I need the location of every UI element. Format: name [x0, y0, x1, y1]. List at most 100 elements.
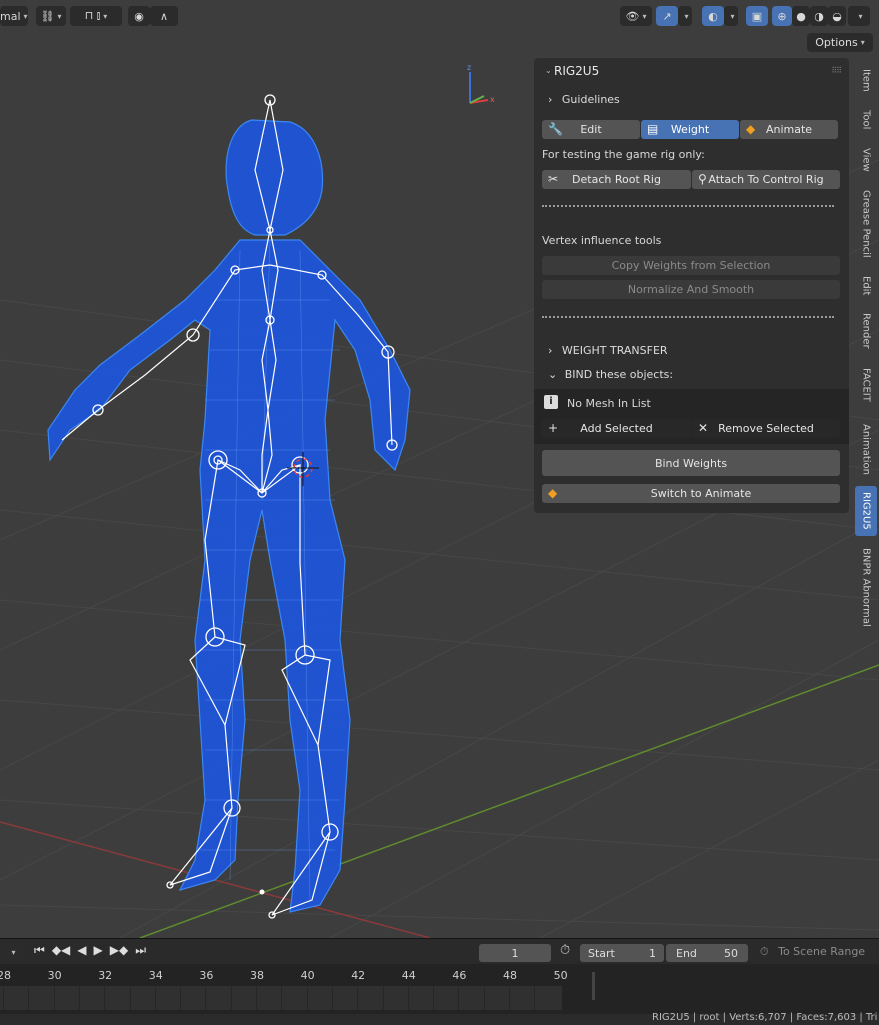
status-text: RIG2U5 | root | Verts:6,707 | Faces:7,60… [652, 1012, 878, 1023]
tab-label: RIG2U5 [860, 492, 872, 530]
play-reverse-icon[interactable]: ◀ [77, 943, 86, 958]
weight-paint-icon: ▤ [647, 122, 659, 136]
3d-viewport[interactable]: z x mal ▾ ⛓ ▾ ⊓ ⫾ ▾ ◉ ∧ 👁 ▾ ↗ ▾ ◐ ▾ ▣ ⊕ ● ◑ … [0, 0, 879, 938]
sidebar-tabs: Item Tool View Grease Pencil Edit Render… [855, 58, 877, 938]
end-value: 50 [724, 946, 738, 960]
tab-edit[interactable]: Edit [855, 268, 877, 304]
tab-render[interactable]: Render [855, 308, 877, 354]
prev-keyframe-icon[interactable]: ◆◀ [52, 943, 70, 958]
options-button[interactable]: Options ▾ [807, 33, 873, 52]
overlay-icon[interactable]: ◐ [702, 6, 724, 26]
tab-grease-pencil[interactable]: Grease Pencil [855, 186, 877, 262]
character-mesh[interactable] [47, 119, 411, 913]
gizmo-dropdown-icon[interactable]: ▾ [678, 6, 692, 26]
tab-bnpr-abnormal[interactable]: BNPR Abnormal [855, 544, 877, 630]
axis-gizmo[interactable]: z x [467, 63, 495, 104]
detach-root-rig-button[interactable]: ✂ Detach Root Rig [542, 170, 691, 189]
copy-weights-button[interactable]: Copy Weights from Selection [542, 256, 840, 275]
remove-selected-button[interactable]: ✕ Remove Selected [692, 419, 840, 438]
end-label: End [676, 946, 697, 960]
grid-line [154, 986, 156, 1010]
tab-animation[interactable]: Animation [855, 418, 877, 480]
overlay-dropdown-icon[interactable]: ▾ [724, 6, 738, 26]
keyframe-icon: ◆ [548, 486, 558, 500]
normalize-smooth-button[interactable]: Normalize And Smooth [542, 280, 840, 299]
add-selected-button[interactable]: + Add Selected [542, 419, 691, 438]
tab-tool[interactable]: Tool [855, 102, 877, 138]
falloff-icon[interactable]: ∧ [150, 6, 178, 26]
weight-transfer-subpanel[interactable]: › WEIGHT TRANSFER [548, 344, 668, 357]
rendered-shading-icon[interactable]: ◒ [828, 6, 846, 26]
animate-mode-button[interactable]: ◆ Animate [740, 120, 838, 139]
separator [542, 316, 834, 318]
options-label: Options [815, 36, 858, 49]
separator [542, 205, 834, 207]
tab-view[interactable]: View [855, 142, 877, 178]
grid-line [534, 986, 536, 1010]
gizmo-icon[interactable]: ↗ [656, 6, 678, 26]
grid-line [78, 986, 80, 1010]
clock-icon: ⏱ [760, 945, 769, 958]
shading-dropdown-icon[interactable]: ▾ [848, 6, 870, 26]
frame-tick-label: 42 [351, 969, 366, 982]
bind-weights-button[interactable]: Bind Weights [542, 450, 840, 476]
tab-rig2u5[interactable]: RIG2U5 [855, 486, 877, 536]
timeline-menu-dropdown[interactable]: ▾ [0, 943, 24, 961]
start-frame-field[interactable]: Start 1 [580, 944, 664, 962]
timeline-scrollbar[interactable] [592, 972, 595, 1000]
chevron-right-icon: › [548, 93, 553, 106]
no-mesh-label: No Mesh In List [567, 397, 651, 410]
frame-tick-label: 44 [401, 969, 416, 982]
panel-collapse-icon[interactable]: ⌄ [545, 66, 552, 75]
mode-label: mal [0, 9, 21, 23]
frame-tick-label: 38 [250, 969, 264, 982]
snap-icon[interactable]: ⊓ ⫾ ▾ [70, 6, 122, 26]
weight-mode-button[interactable]: ▤ Weight [641, 120, 739, 139]
edit-mode-button[interactable]: 🔧 Edit [542, 120, 640, 139]
bind-objects-subpanel[interactable]: ⌄ BIND these objects: [548, 368, 673, 381]
grid-line [28, 986, 30, 1010]
tab-label: View [860, 148, 872, 172]
material-shading-icon[interactable]: ◑ [810, 6, 828, 26]
animate-label: Animate [765, 123, 813, 136]
end-frame-field[interactable]: End 50 [666, 944, 748, 962]
guidelines-subpanel[interactable]: › Guidelines [548, 93, 620, 106]
tab-item[interactable]: Item [855, 62, 877, 98]
grid-line [357, 986, 359, 1010]
tab-label: Tool [860, 110, 872, 130]
frame-ruler[interactable]: 28 30 32 34 36 38 40 42 44 46 48 50 [0, 964, 879, 986]
jump-start-icon[interactable]: ⏮ [34, 943, 45, 958]
mode-dropdown[interactable]: mal ▾ [0, 6, 28, 26]
vertex-tools-label: Vertex influence tools [542, 234, 662, 247]
attach-control-rig-button[interactable]: ⚲ Attach To Control Rig [692, 170, 840, 189]
grid-line [205, 986, 207, 1010]
xray-icon[interactable]: ▣ [746, 6, 768, 26]
link-icon[interactable]: ⛓ ▾ [36, 6, 66, 26]
solid-shading-icon[interactable]: ● [792, 6, 810, 26]
bind-objects-label: BIND these objects: [564, 368, 674, 381]
frame-tick-label: 36 [199, 969, 214, 982]
visibility-icon[interactable]: 👁 ▾ [620, 6, 652, 26]
keyframe-grid[interactable] [0, 986, 562, 1010]
proportional-edit-icon[interactable]: ◉ [128, 6, 150, 26]
start-label: Start [588, 946, 615, 960]
drag-handle-icon[interactable]: ⠿⠿ [831, 66, 842, 75]
wireframe-shading-icon[interactable]: ⊕ [772, 6, 792, 26]
timeline-header: ▾ ⏮ ◆◀ ◀ ▶ ▶◆ ⏭ 1 ⏱ Start 1 End 50 ⏱ To … [0, 938, 879, 964]
play-icon[interactable]: ▶ [94, 943, 103, 958]
scene-range-toggle[interactable]: ⏱ To Scene Range [760, 945, 865, 959]
copy-weights-label: Copy Weights from Selection [611, 259, 771, 272]
jump-end-icon[interactable]: ⏭ [135, 943, 146, 958]
next-keyframe-icon[interactable]: ▶◆ [110, 943, 128, 958]
start-value: 1 [649, 946, 656, 960]
guidelines-label: Guidelines [561, 93, 620, 106]
timeline-area[interactable]: 28 30 32 34 36 38 40 42 44 46 48 50 [0, 964, 879, 1014]
tab-faceit[interactable]: FACEIT [855, 360, 877, 410]
preview-range-icon[interactable]: ⏱ [560, 943, 570, 958]
grid-line [104, 986, 106, 1010]
frame-tick-label: 32 [98, 969, 113, 982]
playback-controls: ⏮ ◆◀ ◀ ▶ ▶◆ ⏭ [34, 943, 146, 958]
current-frame-field[interactable]: 1 [479, 944, 551, 962]
switch-to-animate-button[interactable]: ◆ Switch to Animate [542, 484, 840, 503]
rig2u5-panel: ⌄ RIG2U5 ⠿⠿ › Guidelines 🔧 Edit ▤ Weight… [534, 58, 849, 513]
